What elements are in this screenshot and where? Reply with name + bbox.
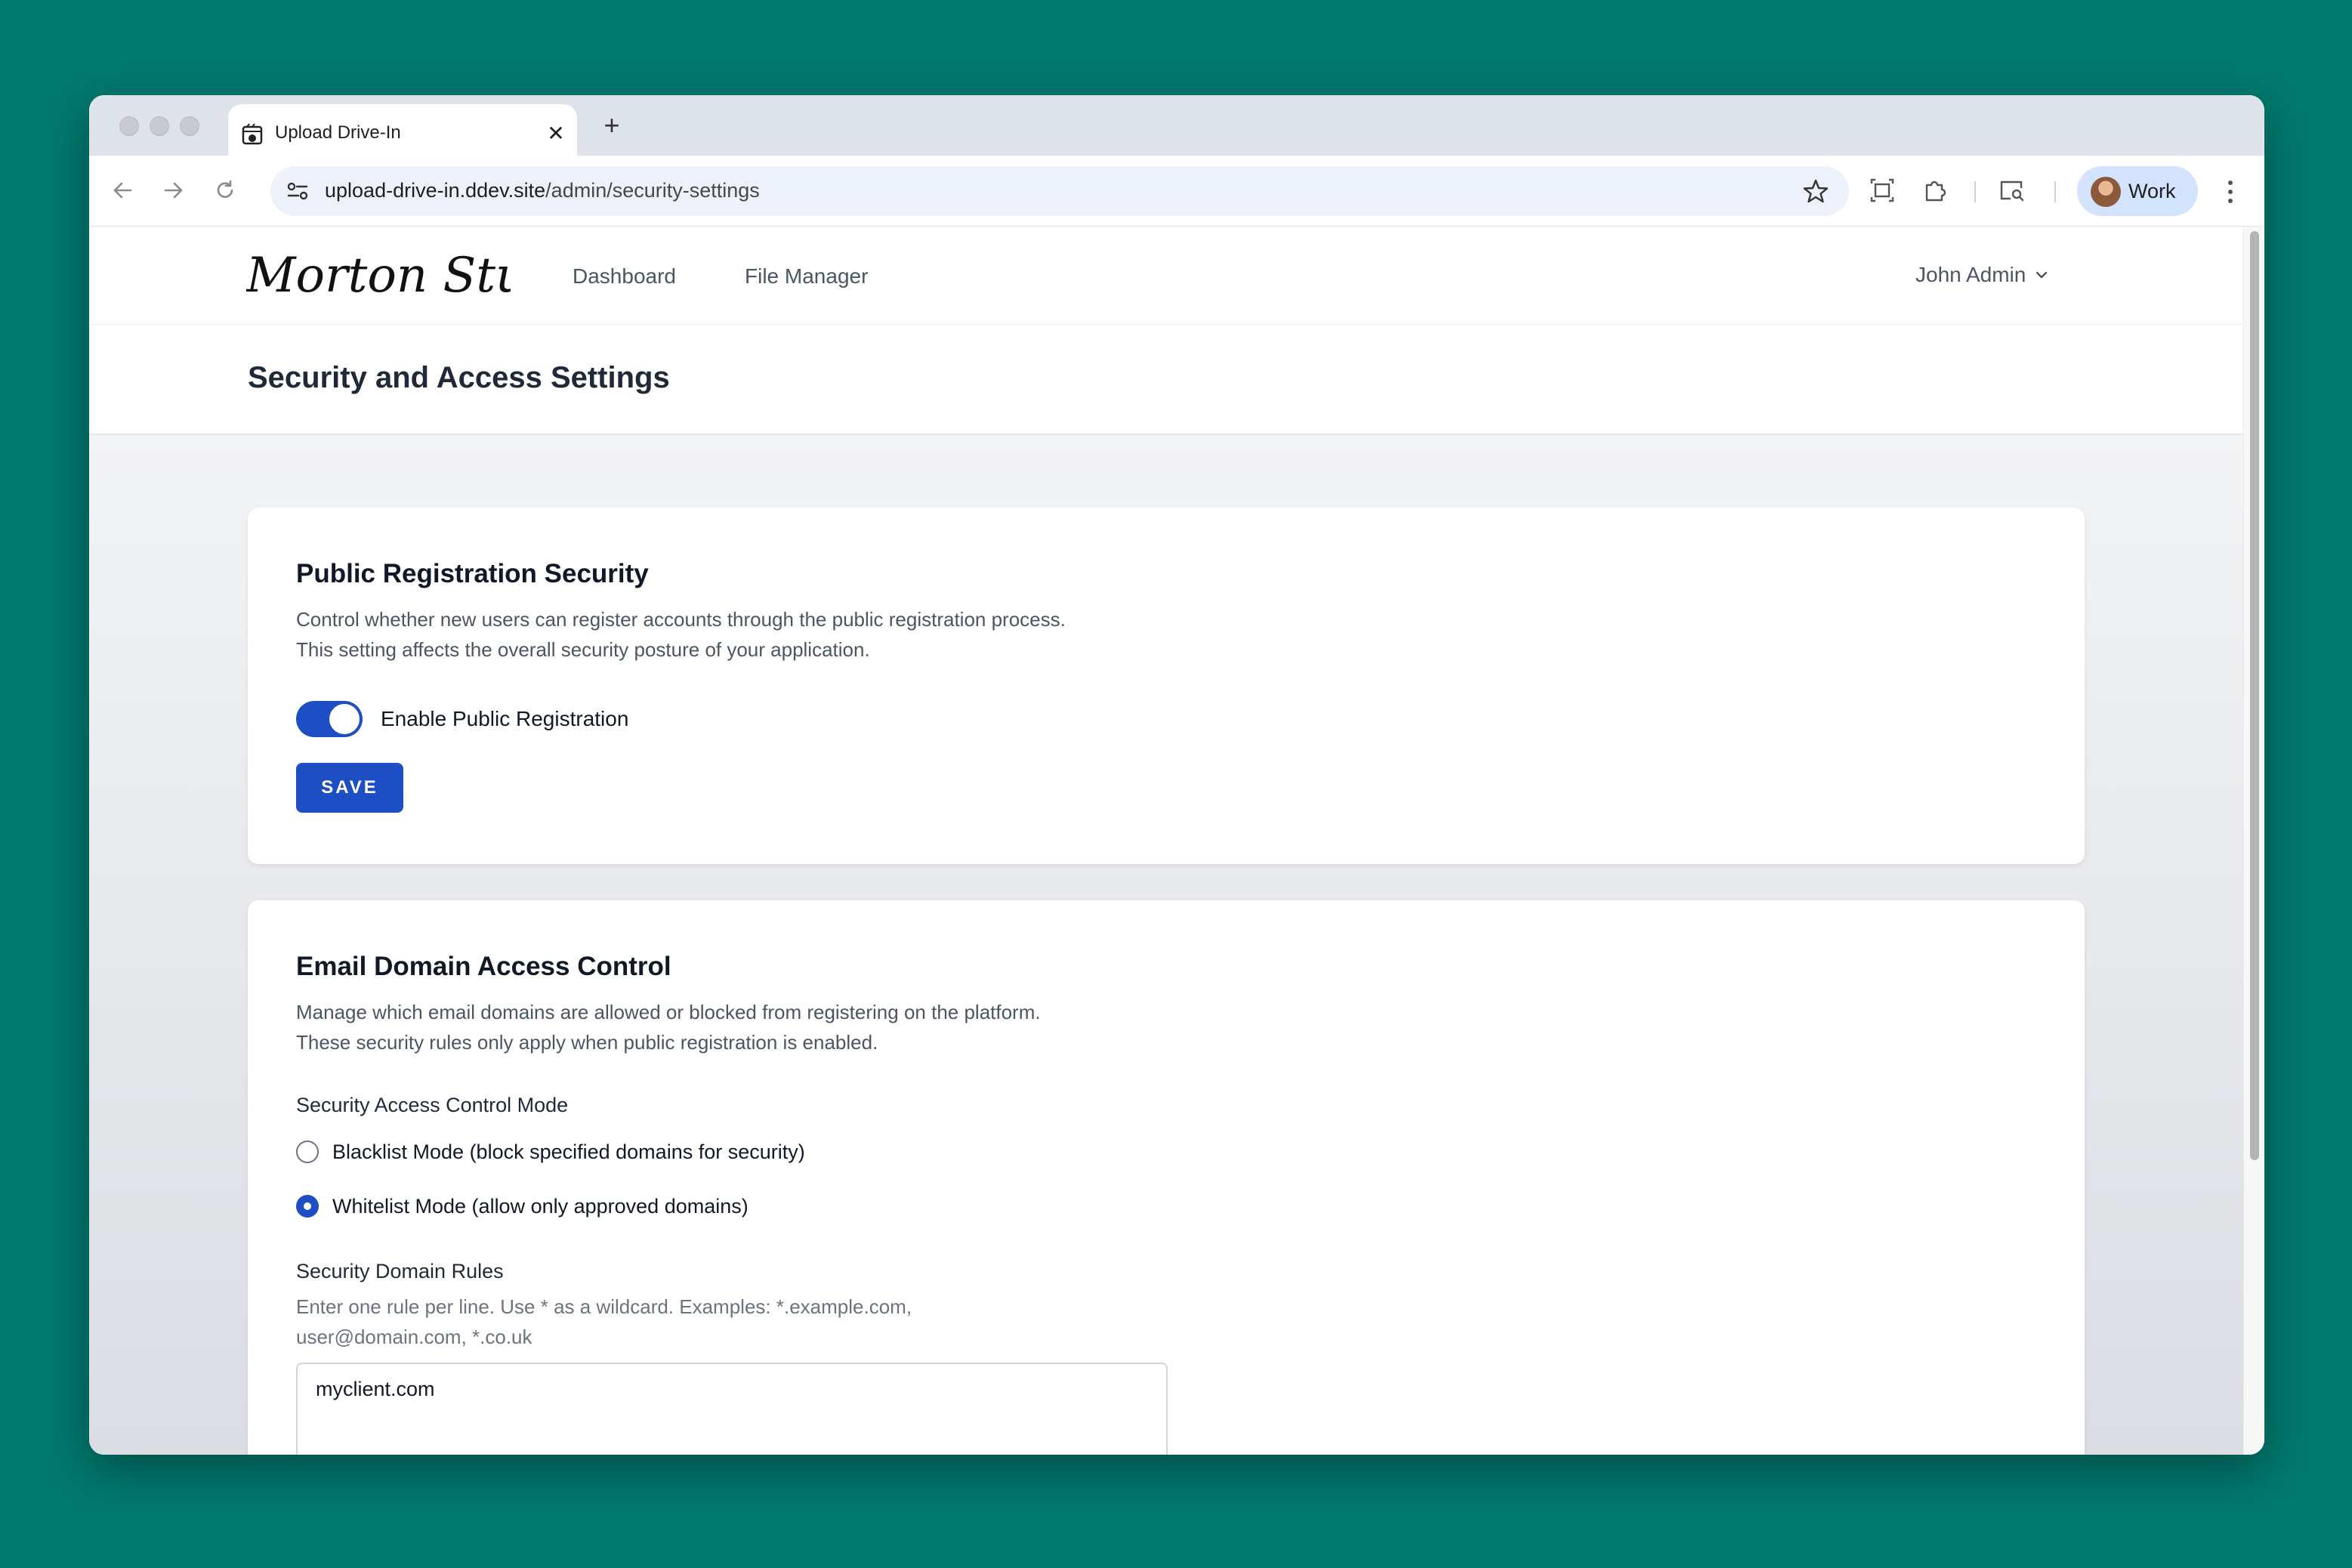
back-button[interactable] — [104, 172, 140, 208]
profile-label: Work — [2128, 180, 2176, 202]
new-tab-button[interactable]: + — [595, 109, 628, 142]
public-registration-toggle[interactable] — [296, 701, 363, 737]
nav-file-manager-link[interactable]: File Manager — [745, 264, 868, 289]
browser-toolbar: upload-drive-in.ddev.site/admin/security… — [89, 156, 2264, 227]
tab-close-icon[interactable]: ✕ — [541, 118, 571, 148]
user-menu[interactable]: John Admin — [1915, 263, 2048, 287]
page-title: Security and Access Settings — [248, 361, 670, 394]
browser-window: Upload Drive-In ✕ + upload-drive-in.ddev… — [89, 95, 2264, 1455]
toolbar-separator — [1974, 181, 1976, 202]
domain-rules-textarea[interactable]: myclient.com — [296, 1363, 1168, 1455]
arrow-right-icon — [164, 182, 183, 199]
public-registration-card: Public Registration Security Control whe… — [248, 508, 2085, 864]
screenshot-button[interactable] — [1864, 172, 1900, 208]
more-menu-icon[interactable] — [2219, 178, 2242, 205]
registration-card-title: Public Registration Security — [296, 559, 649, 588]
screen-capture-icon — [1870, 178, 1894, 202]
close-window-button[interactable] — [119, 116, 139, 136]
blacklist-mode-radio[interactable] — [296, 1141, 319, 1163]
forward-button[interactable] — [156, 172, 192, 208]
site-settings-icon — [287, 182, 308, 200]
url-text: upload-drive-in.ddev.site/admin/security… — [325, 179, 760, 202]
toggle-knob — [329, 704, 360, 734]
extensions-button[interactable] — [1917, 172, 1953, 208]
reload-icon — [217, 180, 233, 198]
domain-card-title: Email Domain Access Control — [296, 952, 671, 981]
mode-label: Security Access Control Mode — [296, 1094, 569, 1116]
whitelist-mode-radio[interactable] — [296, 1195, 319, 1218]
minimize-window-button[interactable] — [150, 116, 169, 136]
blacklist-mode-label[interactable]: Blacklist Mode (block specified domains … — [332, 1141, 805, 1164]
registration-description: Control whether new users can register a… — [296, 608, 1066, 631]
toggle-label: Enable Public Registration — [381, 707, 629, 730]
domain-rules-help: user@domain.com, *.co.uk — [296, 1326, 532, 1348]
arrow-left-icon — [113, 182, 132, 199]
registration-description: This setting affects the overall securit… — [296, 638, 870, 661]
chevron-down-icon — [2036, 271, 2048, 279]
domain-rules-help: Enter one rule per line. Use * as a wild… — [296, 1295, 912, 1318]
page-viewport: Morton Studio Dashboard File Manager Joh… — [89, 227, 2264, 1455]
app-navbar: Morton Studio Dashboard File Manager Joh… — [89, 227, 2243, 325]
toolbar-separator — [2054, 181, 2056, 202]
maximize-window-button[interactable] — [180, 116, 199, 136]
email-domain-card: Email Domain Access Control Manage which… — [248, 900, 2085, 1455]
url-path: /admin/security-settings — [545, 179, 760, 202]
logo-text: Morton Studio — [246, 248, 511, 304]
tab-search-icon — [2000, 181, 2024, 202]
address-bar[interactable]: upload-drive-in.ddev.site/admin/security… — [270, 166, 1849, 216]
bookmark-star-icon[interactable] — [1802, 177, 1829, 205]
morton-studio-logo[interactable]: Morton Studio — [246, 245, 511, 308]
puzzle-icon — [1925, 181, 1946, 202]
domain-description: These security rules only apply when pub… — [296, 1031, 878, 1054]
url-host: upload-drive-in.ddev.site — [325, 179, 546, 202]
tab-search-button[interactable] — [1994, 172, 2030, 208]
save-button[interactable]: SAVE — [296, 763, 403, 813]
tab-favicon-icon — [242, 123, 263, 145]
profile-button[interactable]: Work — [2077, 166, 2198, 216]
domain-rules-label: Security Domain Rules — [296, 1260, 504, 1282]
nav-dashboard-link[interactable]: Dashboard — [573, 264, 676, 289]
scrollbar-thumb[interactable] — [2250, 231, 2259, 1160]
content-area: Public Registration Security Control whe… — [89, 435, 2243, 1455]
reload-button[interactable] — [207, 172, 243, 208]
page-header: Security and Access Settings — [89, 325, 2243, 435]
user-name: John Admin — [1915, 263, 2026, 286]
whitelist-mode-label[interactable]: Whitelist Mode (allow only approved doma… — [332, 1195, 749, 1218]
tab-title: Upload Drive-In — [275, 122, 401, 143]
avatar — [2091, 177, 2121, 207]
domain-description: Manage which email domains are allowed o… — [296, 1001, 1041, 1023]
page-scrollbar[interactable] — [2243, 227, 2264, 1455]
browser-tab[interactable]: Upload Drive-In ✕ — [228, 104, 577, 157]
